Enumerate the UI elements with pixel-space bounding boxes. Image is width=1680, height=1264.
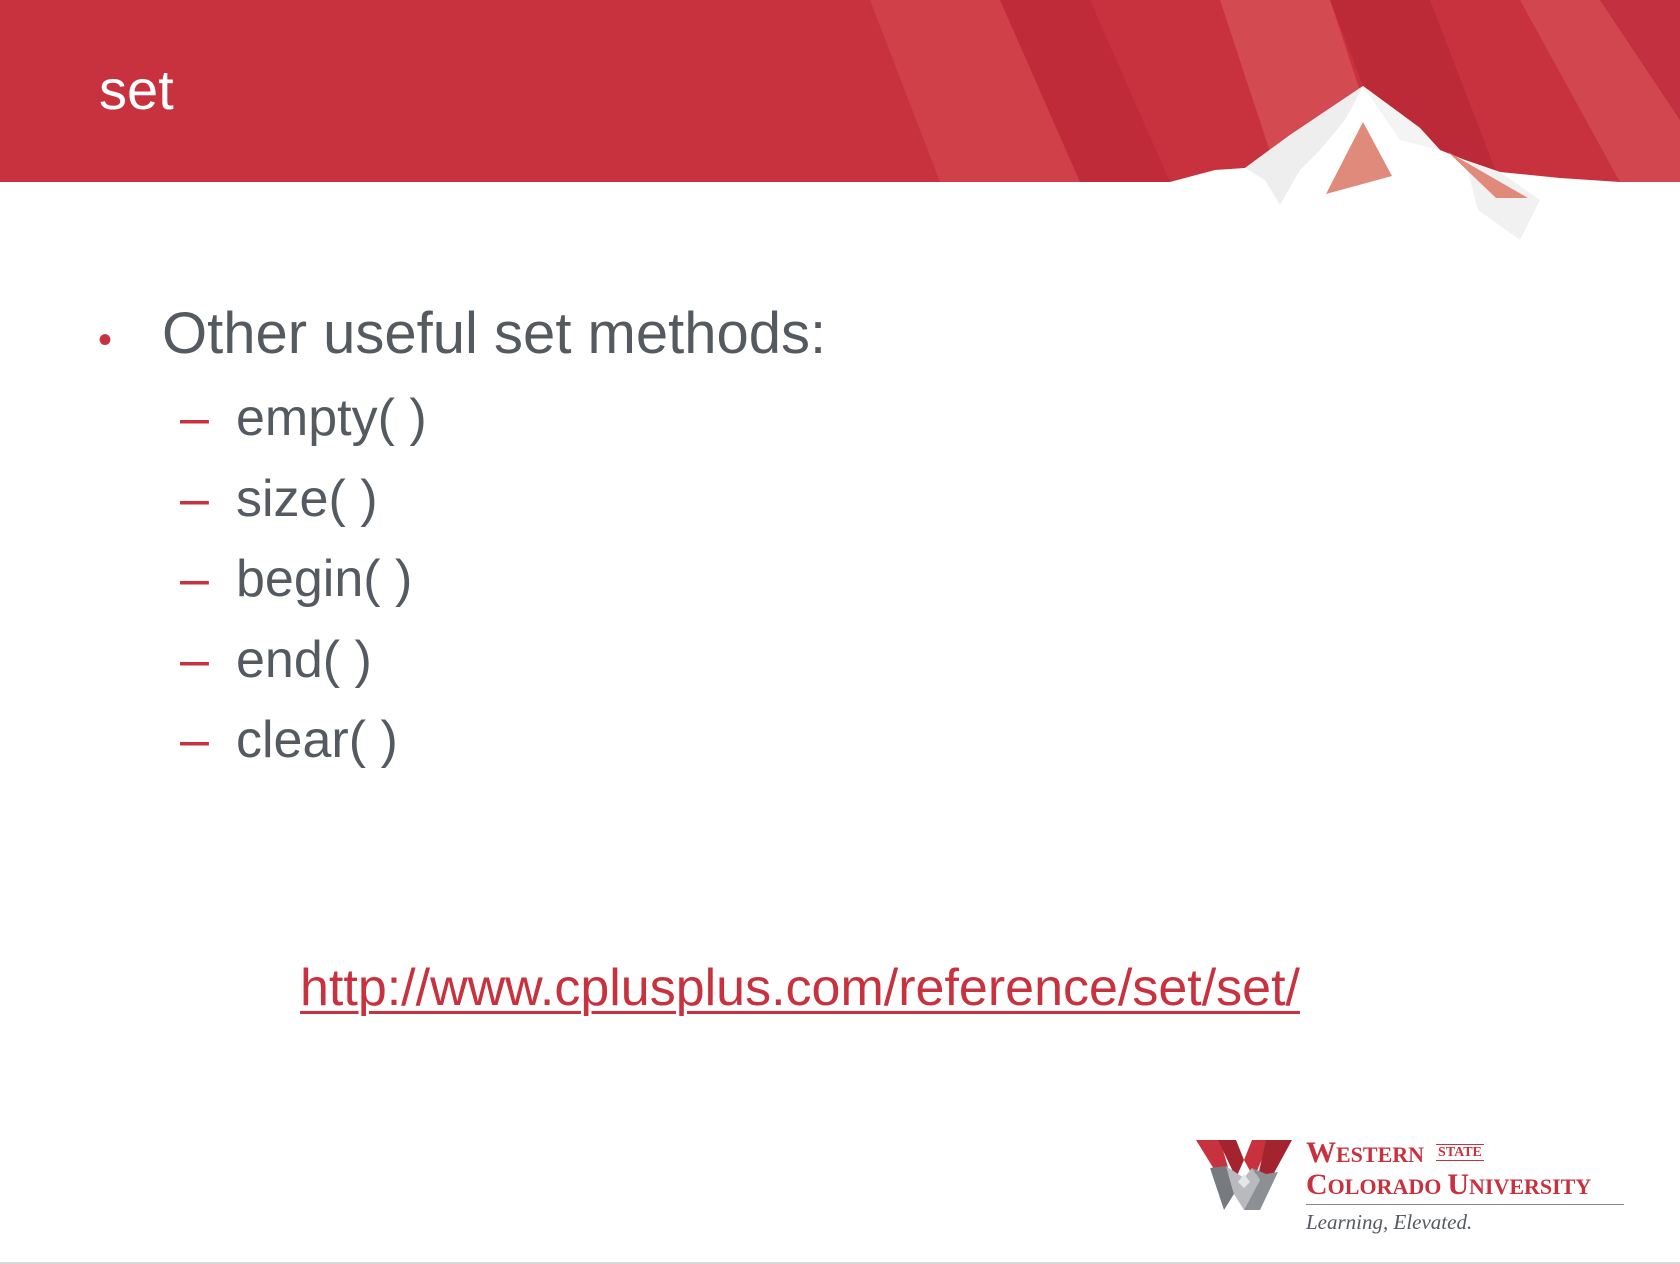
- list-item: – empty( ): [180, 392, 427, 473]
- bullet-item: • Other useful set methods:: [98, 305, 826, 363]
- reference-link[interactable]: http://www.cplusplus.com/reference/set/s…: [300, 962, 1300, 1014]
- list-item: – size( ): [180, 473, 427, 554]
- method-clear: clear( ): [236, 711, 398, 769]
- dash-icon: –: [180, 469, 209, 528]
- logo-wordmark-line1: WESTERN STATE: [1306, 1136, 1484, 1169]
- university-logo: WESTERN STATE COLORADO UNIVERSITY Learni…: [1196, 1134, 1626, 1244]
- list-item: – end( ): [180, 634, 427, 715]
- logo-divider: [1306, 1204, 1624, 1205]
- slide-content: • Other useful set methods: – empty( ) –…: [0, 0, 1680, 1264]
- dash-icon: –: [180, 389, 209, 447]
- slide: set • Other useful set methods: – empty(…: [0, 0, 1680, 1264]
- bullet-text: Other useful set methods:: [162, 301, 827, 366]
- logo-state: STATE: [1436, 1144, 1484, 1162]
- logo-wordmark-line2: COLORADO UNIVERSITY: [1306, 1168, 1592, 1201]
- western-w-mountain-icon: [1196, 1140, 1292, 1210]
- dash-icon: –: [180, 550, 209, 608]
- method-size: size( ): [236, 469, 378, 528]
- list-item: – begin( ): [180, 553, 427, 634]
- methods-list: – empty( ) – size( ) – begin( ) – end( )…: [180, 392, 427, 795]
- logo-tagline: Learning, Elevated.: [1306, 1210, 1473, 1234]
- logo-western: ESTERN: [1336, 1142, 1425, 1167]
- list-item: – clear( ): [180, 714, 427, 795]
- dash-icon: –: [180, 630, 209, 689]
- method-end: end( ): [236, 630, 372, 689]
- bullet-dot-icon: •: [98, 318, 113, 362]
- method-empty: empty( ): [236, 389, 427, 447]
- dash-icon: –: [180, 711, 209, 769]
- method-begin: begin( ): [236, 550, 413, 608]
